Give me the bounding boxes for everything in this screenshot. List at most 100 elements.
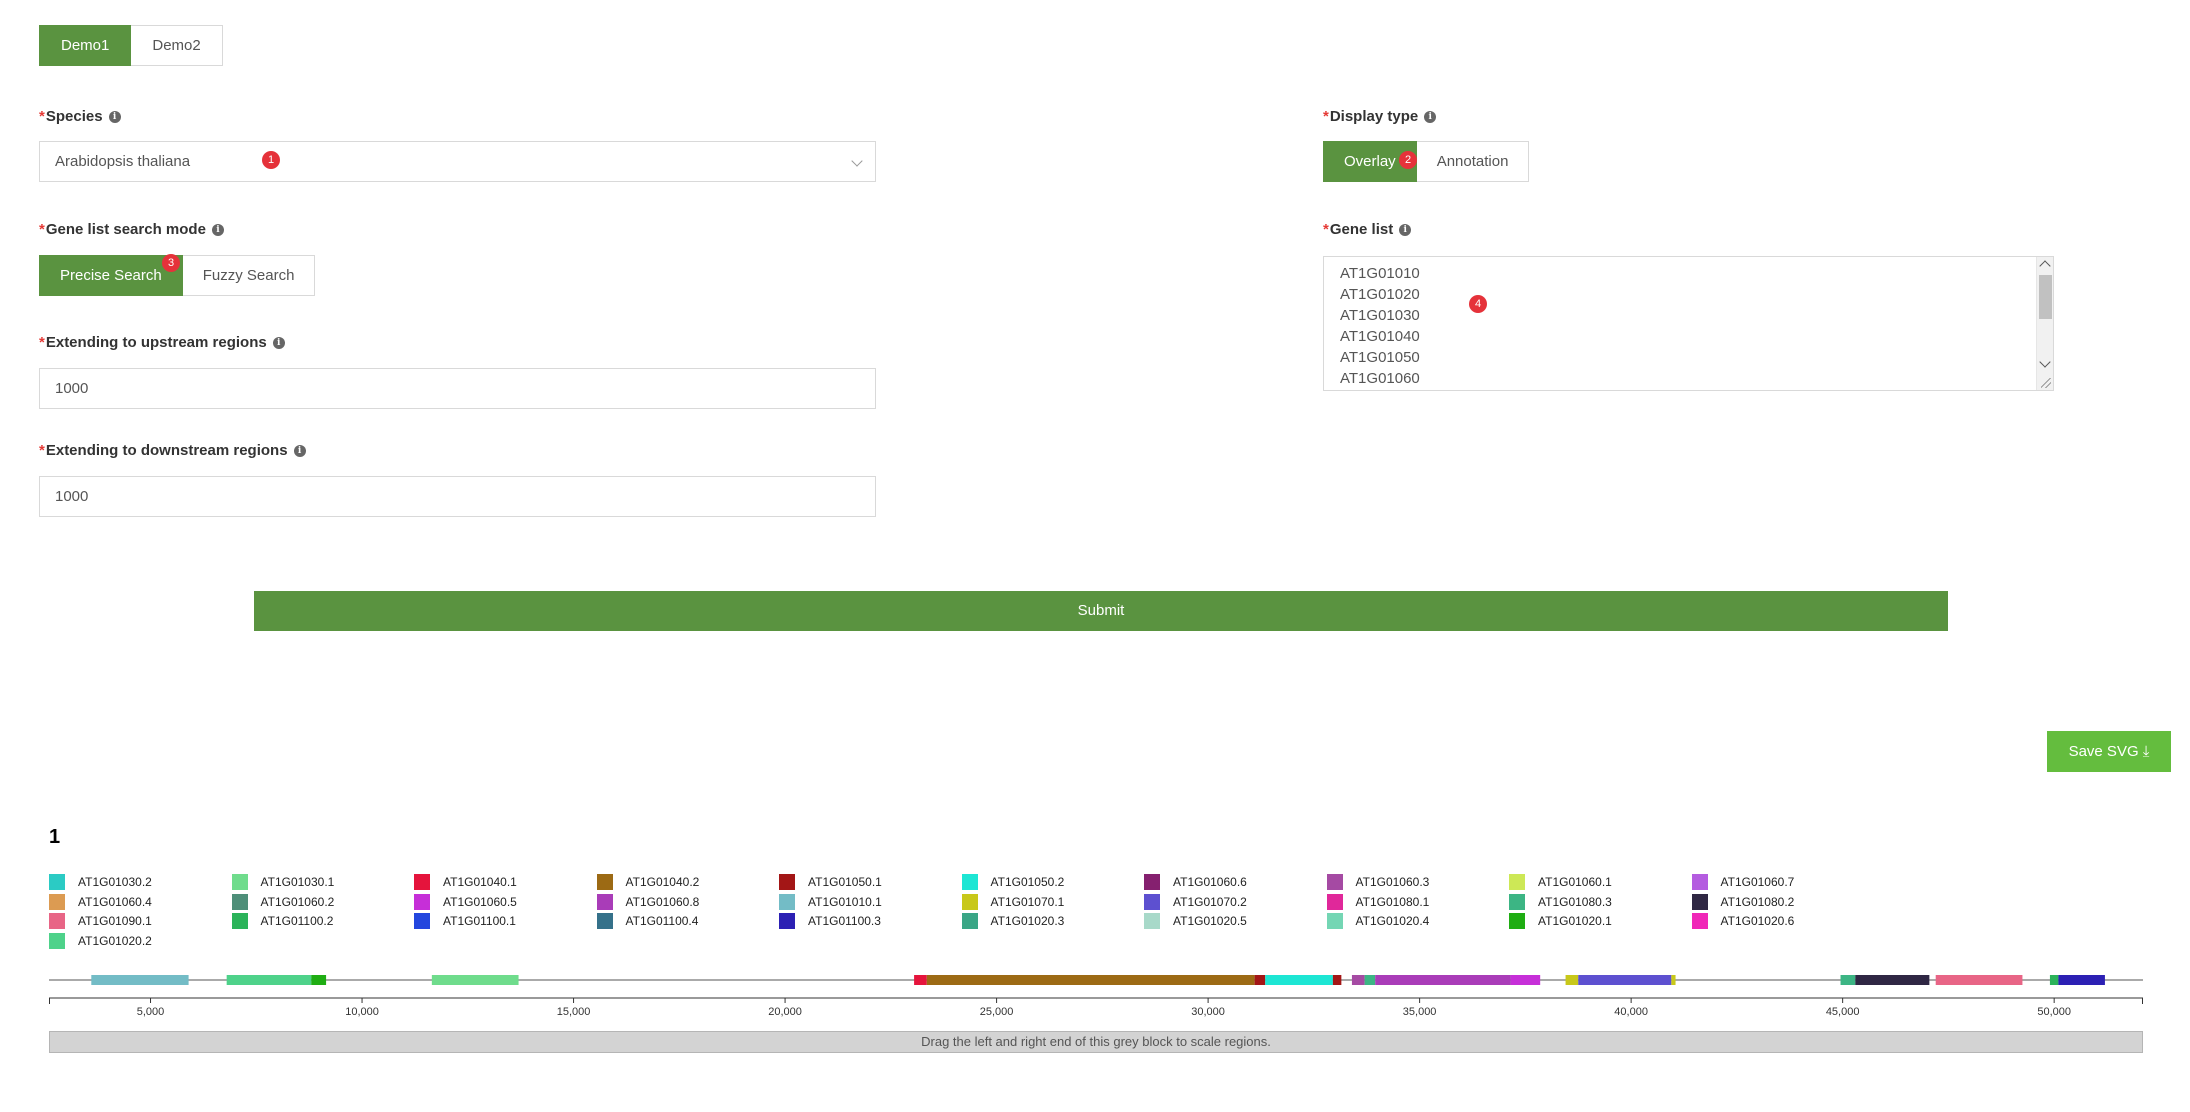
submit-button[interactable]: Submit	[254, 591, 1948, 631]
legend-label: AT1G01020.3	[990, 914, 1065, 928]
legend-item: AT1G01020.2	[49, 932, 152, 949]
legend-swatch	[779, 874, 795, 890]
gene-feature	[1332, 975, 1342, 985]
legend-label: AT1G01020.6	[1720, 914, 1795, 928]
legend-label: AT1G01070.2	[1173, 894, 1247, 909]
demo-tabs: Demo1 Demo2	[39, 25, 223, 66]
gene-feature	[1351, 975, 1365, 985]
scroll-up-icon[interactable]	[2039, 260, 2051, 272]
save-svg-button[interactable]: Save SVG ⤓	[2047, 731, 2171, 772]
legend-swatch	[1326, 913, 1343, 929]
legend-label: AT1G01070.1	[990, 894, 1065, 909]
species-select[interactable]: Arabidopsis thaliana	[39, 141, 876, 182]
downstream-label: * Extending to downstream regions i	[39, 442, 306, 459]
search-mode-label-text: Gene list search mode	[45, 221, 206, 238]
legend-item: AT1G01060.3	[1326, 874, 1429, 890]
legend-item: AT1G01030.2	[49, 874, 152, 890]
gene-feature	[1578, 975, 1672, 985]
legend-item: AT1G01060.2	[231, 893, 334, 910]
gene-track-chart: 5,000 10,000 15,000 20,000 25,000 30,000 35,00…	[49, 975, 2143, 1018]
chart-legend: AT1G01030.2 AT1G01030.1 AT1G01040.1 AT1G010…	[49, 874, 1849, 954]
gene-list-line: AT1G01060	[1340, 370, 1420, 387]
upstream-label: * Extending to upstream regions i	[39, 334, 285, 351]
legend-swatch	[596, 893, 613, 910]
legend-swatch	[49, 913, 65, 929]
gene-list-line: AT1G01010	[1340, 265, 1420, 282]
gene-feature	[2049, 975, 2059, 985]
display-type-annotation[interactable]: Annotation	[1416, 141, 1530, 182]
legend-swatch	[231, 913, 248, 929]
x-axis-tick-label: 35,000	[1403, 1006, 1437, 1018]
x-axis-tick-label: 20,000	[768, 1006, 802, 1018]
legend-swatch	[779, 893, 795, 910]
legend-swatch	[49, 932, 65, 949]
x-axis-tick-label: 40,000	[1614, 1006, 1648, 1018]
gene-feature	[1364, 975, 1376, 985]
legend-item: AT1G01040.1	[414, 874, 517, 890]
legend-label: AT1G01080.1	[1355, 894, 1430, 909]
display-type-label-text: Display type	[1329, 108, 1419, 125]
legend-swatch	[1144, 893, 1160, 910]
required-mark: *	[39, 108, 45, 125]
legend-swatch	[1691, 893, 1708, 910]
scroll-thumb[interactable]	[2039, 275, 2052, 319]
resize-grip-icon[interactable]	[2041, 378, 2051, 388]
search-mode-fuzzy[interactable]: Fuzzy Search	[182, 255, 316, 296]
legend-item: AT1G01020.4	[1326, 913, 1429, 929]
legend-label: AT1G01030.2	[78, 875, 152, 889]
legend-item: AT1G01100.4	[596, 913, 698, 929]
legend-swatch	[1691, 874, 1708, 890]
legend-swatch	[231, 874, 248, 890]
tab-demo1[interactable]: Demo1	[39, 25, 132, 66]
legend-item: AT1G01020.1	[1509, 913, 1612, 929]
gene-list-line: AT1G01020	[1340, 286, 1420, 303]
legend-swatch	[1326, 874, 1343, 890]
required-mark: *	[39, 221, 45, 238]
legend-item: AT1G01100.3	[779, 913, 881, 929]
gene-feature	[1565, 975, 1579, 985]
gene-feature	[2058, 975, 2105, 985]
legend-label: AT1G01020.2	[78, 933, 152, 948]
legend-swatch	[414, 893, 430, 910]
upstream-label-text: Extending to upstream regions	[45, 334, 267, 351]
chevron-down-icon	[851, 155, 863, 167]
gene-list-line: AT1G01050	[1340, 349, 1420, 366]
legend-swatch	[1144, 874, 1160, 890]
info-icon[interactable]: i	[108, 110, 121, 123]
legend-item: AT1G01060.1	[1509, 874, 1612, 890]
legend-swatch	[231, 893, 248, 910]
legend-label: AT1G01030.1	[260, 875, 335, 889]
scroll-down-icon[interactable]	[2039, 356, 2051, 368]
downstream-label-text: Extending to downstream regions	[45, 442, 288, 459]
legend-item: AT1G01040.2	[596, 874, 699, 890]
tab-demo2[interactable]: Demo2	[131, 25, 223, 66]
gene-list-textarea[interactable]: AT1G01010 AT1G01020 AT1G01030 AT1G01040 …	[1323, 256, 2054, 391]
legend-label: AT1G01100.1	[443, 914, 516, 928]
downstream-input[interactable]	[39, 476, 876, 517]
upstream-input[interactable]	[39, 368, 876, 409]
legend-label: AT1G01050.2	[990, 875, 1065, 889]
legend-swatch	[596, 874, 613, 890]
gene-list-scrollbar[interactable]	[2036, 257, 2053, 390]
x-axis-tick-label: 50,000	[2037, 1006, 2071, 1018]
x-axis-tick-label: 30,000	[1191, 1006, 1225, 1018]
info-icon[interactable]: i	[1399, 223, 1412, 236]
gene-feature	[1671, 975, 1676, 985]
legend-item: AT1G01050.2	[961, 874, 1065, 890]
legend-label: AT1G01060.1	[1538, 875, 1612, 889]
legend-swatch	[961, 874, 978, 890]
info-icon[interactable]: i	[293, 444, 306, 457]
gene-feature	[1375, 975, 1511, 985]
display-type-toggle: Overlay Annotation	[1323, 141, 1530, 182]
info-icon[interactable]: i	[1424, 110, 1437, 123]
x-axis-tick-label: 15,000	[557, 1006, 591, 1018]
region-drag-block[interactable]: Drag the left and right end of this grey…	[49, 1031, 2143, 1053]
info-icon[interactable]: i	[272, 336, 285, 349]
gene-feature	[1254, 975, 1266, 985]
x-axis-tick-label: 5,000	[137, 1006, 165, 1018]
x-axis-tick-label: 45,000	[1826, 1006, 1860, 1018]
legend-label: AT1G01060.6	[1173, 875, 1247, 889]
gene-list-lines: AT1G01010 AT1G01020 AT1G01030 AT1G01040 …	[1324, 257, 2053, 389]
info-icon[interactable]: i	[211, 223, 224, 236]
gene-list-line: AT1G01030	[1340, 307, 1420, 324]
